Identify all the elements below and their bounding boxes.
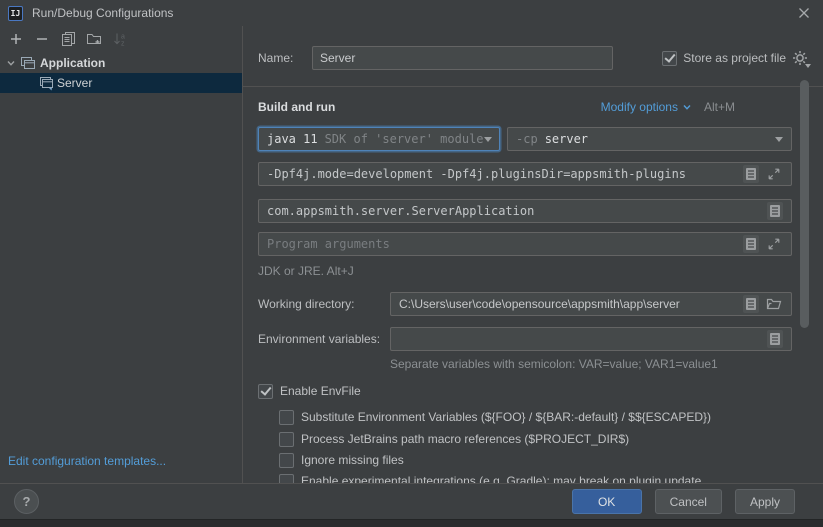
- vertical-scrollbar[interactable]: [800, 80, 809, 328]
- ignore-missing-files-label: Ignore missing files: [301, 453, 404, 467]
- close-icon[interactable]: [795, 4, 813, 22]
- modify-options-link[interactable]: Modify options: [601, 100, 678, 114]
- build-and-run-heading: Build and run: [258, 100, 335, 114]
- enable-envfile-label: Enable EnvFile: [280, 384, 361, 398]
- dropdown-arrow-icon: [484, 137, 492, 142]
- expand-field-icon[interactable]: [765, 165, 783, 183]
- ok-button[interactable]: OK: [572, 489, 642, 514]
- cp-prefix: -cp: [516, 132, 538, 146]
- process-path-macro-checkbox[interactable]: [279, 432, 294, 447]
- program-arguments-placeholder: Program arguments: [267, 237, 390, 251]
- vm-options-field[interactable]: -Dpf4j.mode=development -Dpf4j.pluginsDi…: [258, 162, 792, 186]
- ignore-missing-files-checkbox[interactable]: [279, 453, 294, 468]
- macros-list-icon[interactable]: [743, 295, 759, 313]
- svg-text:z: z: [121, 40, 125, 47]
- enable-envfile-checkbox[interactable]: [258, 384, 273, 399]
- main-class-value: com.appsmith.server.ServerApplication: [267, 204, 534, 218]
- help-icon[interactable]: ?: [14, 489, 39, 514]
- environment-variables-label: Environment variables:: [258, 332, 382, 346]
- svg-text:a: a: [121, 33, 125, 40]
- name-label: Name:: [258, 51, 304, 65]
- macros-list-icon[interactable]: [743, 235, 759, 253]
- store-as-project-file-label: Store as project file: [683, 51, 786, 65]
- sidebar-toolbar: a z: [0, 26, 242, 50]
- chevron-down-icon: [6, 58, 16, 68]
- jre-value: java 11: [267, 132, 318, 146]
- classpath-module-combobox[interactable]: -cp server: [507, 127, 792, 151]
- run-debug-configurations-dialog: IJ Run/Debug Configurations: [0, 0, 823, 527]
- working-directory-field[interactable]: C:\Users\user\code\opensource\appsmith\a…: [390, 292, 792, 316]
- new-folder-icon[interactable]: [84, 30, 103, 48]
- experimental-integrations-label: Enable experimental integrations (e.g. G…: [301, 474, 701, 483]
- process-path-macro-label: Process JetBrains path macro references …: [301, 432, 629, 446]
- environment-variables-hint: Separate variables with semicolon: VAR=v…: [390, 357, 792, 372]
- tree-item-server[interactable]: Server: [0, 73, 242, 93]
- run-configuration-icon: [39, 75, 55, 91]
- vm-options-value: -Dpf4j.mode=development -Dpf4j.pluginsDi…: [267, 167, 686, 181]
- tree-group-label: Application: [40, 56, 105, 70]
- tree-group-application[interactable]: Application: [0, 53, 242, 73]
- edit-variables-icon[interactable]: [767, 330, 783, 348]
- chevron-down-icon: [682, 102, 692, 112]
- gear-icon[interactable]: [792, 50, 809, 67]
- program-arguments-field[interactable]: Program arguments: [258, 232, 792, 256]
- add-configuration-icon[interactable]: [6, 30, 25, 48]
- titlebar: IJ Run/Debug Configurations: [0, 0, 823, 26]
- main-class-field[interactable]: com.appsmith.server.ServerApplication: [258, 199, 792, 223]
- expand-field-icon[interactable]: [765, 235, 783, 253]
- remove-configuration-icon[interactable]: [32, 30, 51, 48]
- name-input[interactable]: [312, 46, 613, 70]
- working-directory-value: C:\Users\user\code\opensource\appsmith\a…: [399, 297, 680, 311]
- configurations-tree: Application Server: [0, 53, 242, 93]
- cancel-button[interactable]: Cancel: [655, 489, 722, 514]
- browse-class-icon[interactable]: [767, 202, 783, 220]
- environment-variables-field[interactable]: [390, 327, 792, 351]
- jre-combobox[interactable]: java 11 SDK of 'server' module: [258, 127, 500, 151]
- section-separator: [243, 86, 823, 87]
- tree-item-label: Server: [57, 76, 92, 90]
- substitute-env-variables-checkbox[interactable]: [279, 410, 294, 425]
- dropdown-arrow-icon: [775, 137, 783, 142]
- jdk-hint: JDK or JRE. Alt+J: [258, 264, 792, 279]
- store-as-project-file-checkbox[interactable]: [662, 51, 677, 66]
- intellij-logo-icon: IJ: [8, 6, 23, 21]
- cp-value: server: [545, 132, 588, 146]
- jre-hint: SDK of 'server' module: [325, 132, 484, 146]
- experimental-integrations-checkbox[interactable]: [279, 474, 294, 484]
- macros-list-icon[interactable]: [743, 165, 759, 183]
- background-strip: [0, 519, 823, 527]
- application-type-icon: [20, 55, 36, 71]
- modify-options-shortcut: Alt+M: [704, 100, 735, 114]
- copy-configuration-icon[interactable]: [58, 30, 77, 48]
- substitute-env-variables-label: Substitute Environment Variables (${FOO}…: [301, 410, 711, 424]
- browse-folder-icon[interactable]: [765, 295, 783, 313]
- working-directory-label: Working directory:: [258, 297, 382, 311]
- apply-button[interactable]: Apply: [735, 489, 795, 514]
- sort-alphabetically-icon: a z: [110, 30, 129, 48]
- dialog-title: Run/Debug Configurations: [32, 6, 173, 20]
- configuration-form: Name: Store as project file: [243, 26, 823, 483]
- dialog-footer: ? OK Cancel Apply: [0, 483, 823, 519]
- configurations-sidebar: a z Application: [0, 26, 243, 483]
- edit-configuration-templates-link[interactable]: Edit configuration templates...: [0, 454, 242, 483]
